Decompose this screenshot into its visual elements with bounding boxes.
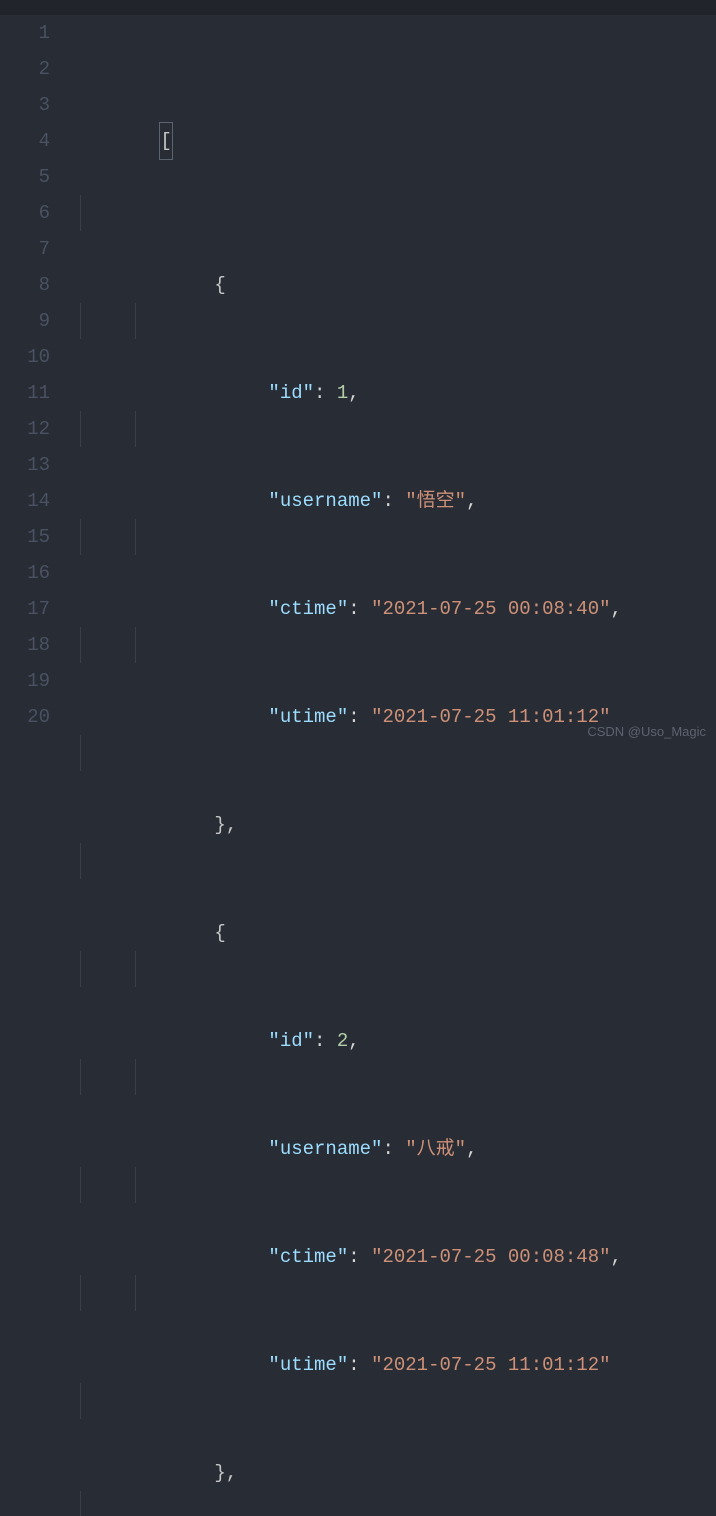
line-number: 20 xyxy=(0,699,50,735)
code-line: "ctime": "2021-07-25 00:08:48", xyxy=(70,1167,716,1203)
json-key-id: "id" xyxy=(268,1030,314,1052)
code-line: { xyxy=(70,843,716,879)
line-number: 4 xyxy=(0,123,50,159)
line-number: 13 xyxy=(0,447,50,483)
line-number: 18 xyxy=(0,627,50,663)
code-editor[interactable]: 1 2 3 4 5 6 7 8 9 10 11 12 13 14 15 16 1… xyxy=(0,15,716,758)
json-value: "八戒" xyxy=(405,1138,466,1160)
code-line: }, xyxy=(70,1383,716,1419)
line-number: 14 xyxy=(0,483,50,519)
line-number: 8 xyxy=(0,267,50,303)
brace-open: { xyxy=(214,922,225,944)
json-value: "2021-07-25 00:08:48" xyxy=(371,1246,610,1268)
json-value: 2 xyxy=(337,1030,348,1052)
line-number: 11 xyxy=(0,375,50,411)
line-gutter: 1 2 3 4 5 6 7 8 9 10 11 12 13 14 15 16 1… xyxy=(0,15,70,758)
line-number: 7 xyxy=(0,231,50,267)
json-key-utime: "utime" xyxy=(268,1354,348,1376)
line-number: 2 xyxy=(0,51,50,87)
json-value: "2021-07-25 00:08:40" xyxy=(371,598,610,620)
json-value: "2021-07-25 11:01:12" xyxy=(371,1354,610,1376)
json-key-username: "username" xyxy=(268,490,382,512)
bracket-open: [ xyxy=(159,122,172,160)
line-number: 9 xyxy=(0,303,50,339)
json-key-ctime: "ctime" xyxy=(268,598,348,620)
json-key-utime: "utime" xyxy=(268,706,348,728)
json-key-username: "username" xyxy=(268,1138,382,1160)
json-key-ctime: "ctime" xyxy=(268,1246,348,1268)
code-line: [ xyxy=(70,87,716,123)
code-line: "id": 1, xyxy=(70,303,716,339)
brace-close: }, xyxy=(214,814,237,836)
line-number: 6 xyxy=(0,195,50,231)
line-number: 1 xyxy=(0,15,50,51)
brace-open: { xyxy=(214,274,225,296)
line-number: 10 xyxy=(0,339,50,375)
code-line: "ctime": "2021-07-25 00:08:40", xyxy=(70,519,716,555)
code-content[interactable]: [ { "id": 1, "username": "悟空", "ctime": … xyxy=(70,15,716,758)
code-line: "id": 2, xyxy=(70,951,716,987)
line-number: 5 xyxy=(0,159,50,195)
code-line: "username": "悟空", xyxy=(70,411,716,447)
line-number: 16 xyxy=(0,555,50,591)
tab-bar xyxy=(0,0,716,15)
json-key-id: "id" xyxy=(268,382,314,404)
line-number: 15 xyxy=(0,519,50,555)
brace-close: }, xyxy=(214,1462,237,1484)
code-line: { xyxy=(70,195,716,231)
json-value: "2021-07-25 11:01:12" xyxy=(371,706,610,728)
code-line: "utime": "2021-07-25 11:01:12" xyxy=(70,627,716,663)
line-number: 17 xyxy=(0,591,50,627)
code-line: { xyxy=(70,1491,716,1516)
watermark: CSDN @Uso_Magic xyxy=(587,714,706,750)
json-value: "悟空" xyxy=(405,490,466,512)
code-line: "utime": "2021-07-25 11:01:12" xyxy=(70,1275,716,1311)
code-line: "username": "八戒", xyxy=(70,1059,716,1095)
json-value: 1 xyxy=(337,382,348,404)
line-number: 19 xyxy=(0,663,50,699)
line-number: 12 xyxy=(0,411,50,447)
line-number: 3 xyxy=(0,87,50,123)
